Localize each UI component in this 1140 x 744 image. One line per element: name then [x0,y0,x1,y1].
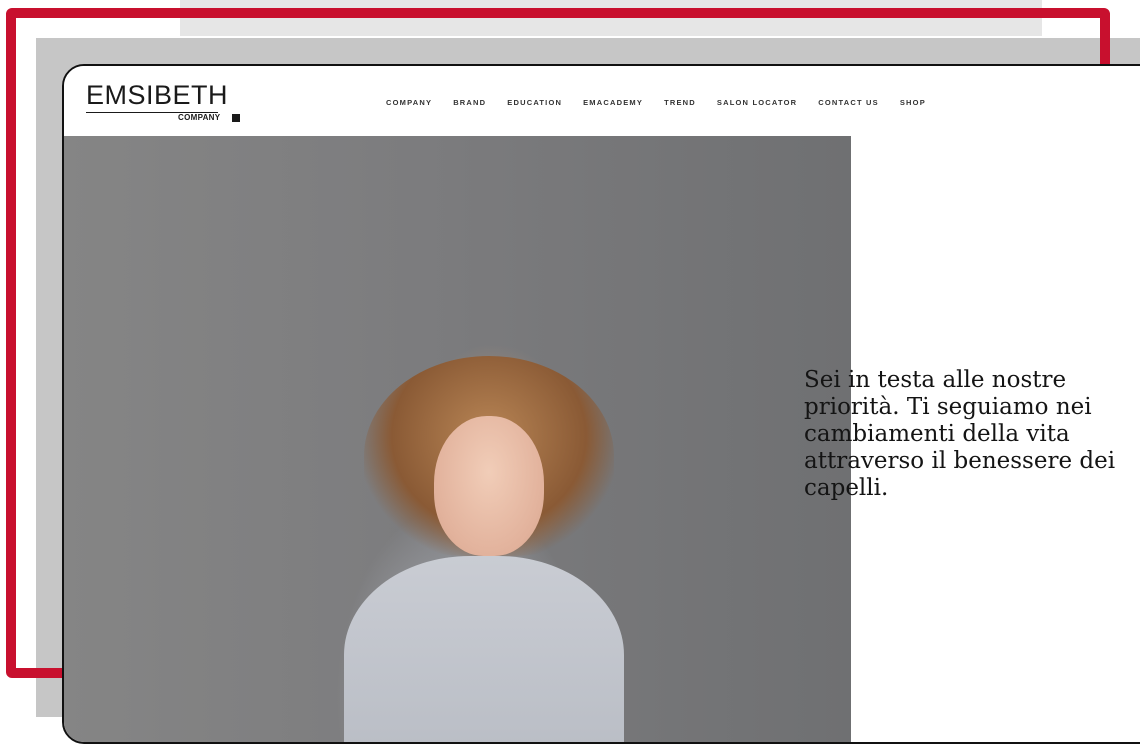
main-navigation: COMPANY BRAND EDUCATION EMACADEMY TREND … [386,98,947,107]
nav-item-emacademy[interactable]: EMACADEMY [583,98,643,107]
hero-model-photo [64,136,851,742]
model-shirt-shape [344,556,624,742]
emsibeth-logo[interactable]: EMSIBETH COMPANY [86,80,246,124]
nav-item-company[interactable]: COMPANY [386,98,432,107]
nav-item-trend[interactable]: TREND [664,98,696,107]
logo-square-icon [232,114,240,122]
nav-item-salon-locator[interactable]: SALON LOCATOR [717,98,797,107]
model-face-shape [434,416,544,556]
logo-company-label: COMPANY [178,113,221,122]
website-screenshot-card: EMSIBETH COMPANY COMPANY BRAND EDUCATION… [62,64,1140,744]
nav-item-brand[interactable]: BRAND [453,98,486,107]
logo-wordmark: EMSIBETH [86,80,229,110]
nav-item-education[interactable]: EDUCATION [507,98,562,107]
hero-tagline: Sei in testa alle nostre priorità. Ti se… [804,367,1116,501]
nav-item-contact-us[interactable]: CONTACT US [818,98,879,107]
site-header: EMSIBETH COMPANY COMPANY BRAND EDUCATION… [64,66,1140,136]
nav-item-shop[interactable]: SHOP [900,98,926,107]
